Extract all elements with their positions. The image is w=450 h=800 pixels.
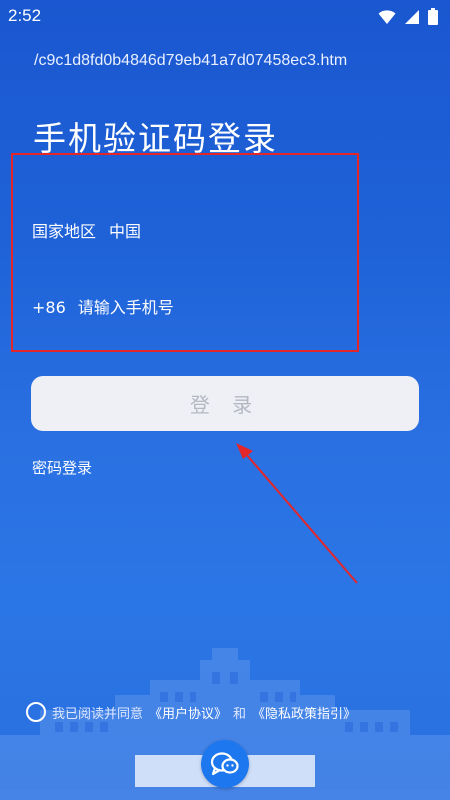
agreement-conjunction: 和: [233, 706, 247, 722]
battery-icon: [428, 8, 438, 25]
login-button[interactable]: 登 录: [31, 376, 419, 431]
highlight-box: [11, 153, 359, 352]
wifi-icon: [378, 9, 396, 24]
privacy-policy-link[interactable]: 《隐私政策指引》: [252, 703, 356, 722]
url-text: /c9c1d8fd0b4846d79eb41a7d07458ec3.htm: [34, 52, 348, 69]
status-time: 2:52: [8, 6, 42, 25]
agreement-row: 我已阅读并同意 《用户协议》 和 《隐私政策指引》: [26, 702, 356, 722]
region-selector[interactable]: 国家地区 中国: [32, 218, 141, 242]
status-icons: [378, 8, 438, 25]
password-login-link[interactable]: 密码登录: [32, 457, 92, 478]
country-code[interactable]: +86: [32, 298, 66, 317]
agreement-prefix: 我已阅读并同意: [52, 706, 144, 722]
phone-row: +86: [32, 298, 328, 317]
wechat-icon: [210, 752, 239, 776]
wechat-login-button[interactable]: [201, 740, 249, 788]
user-agreement-link[interactable]: 《用户协议》: [149, 703, 227, 722]
agreement-checkbox[interactable]: [26, 702, 46, 722]
region-value: 中国: [109, 222, 142, 241]
region-label: 国家地区: [32, 222, 97, 241]
signal-icon: [405, 9, 419, 24]
phone-input[interactable]: [77, 298, 328, 317]
status-bar: 2:52: [0, 0, 450, 32]
